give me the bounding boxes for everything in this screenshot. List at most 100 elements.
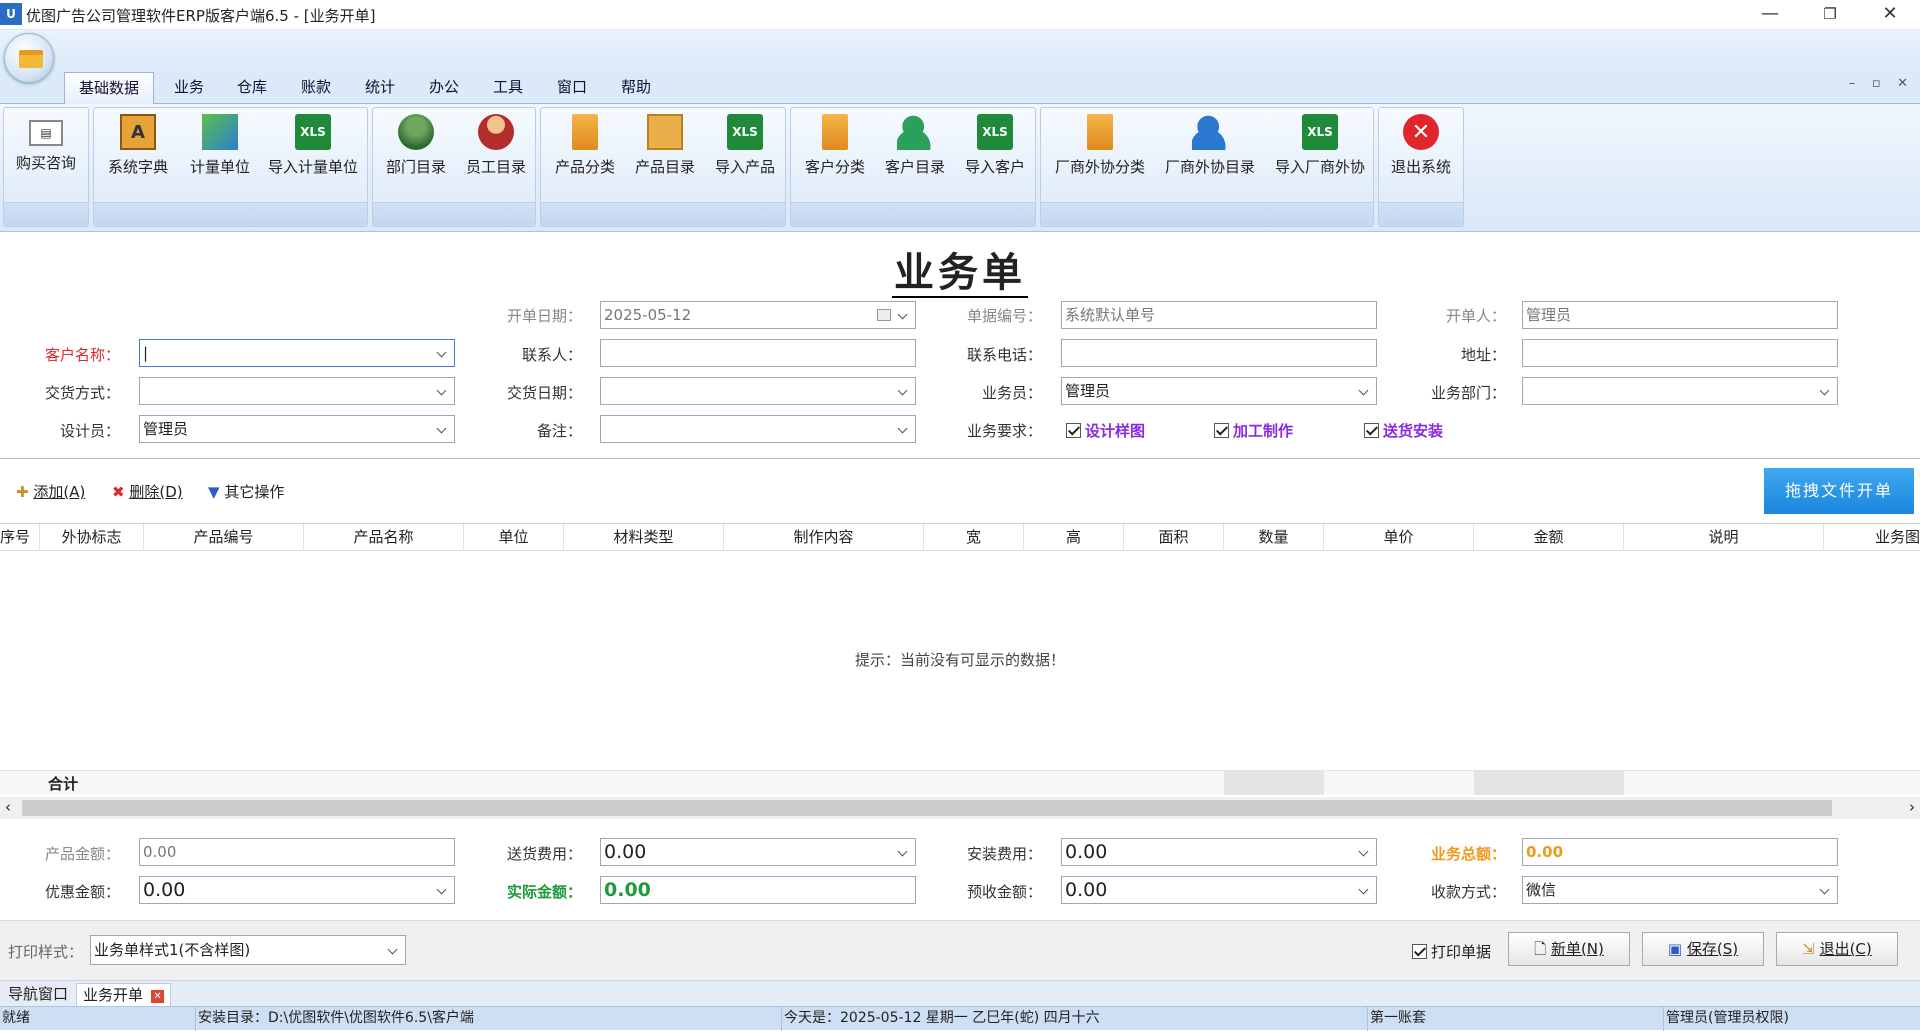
mdi-controls[interactable]: – ▫ ✕ bbox=[1849, 76, 1908, 91]
col-product-name[interactable]: 产品名称 bbox=[304, 524, 464, 551]
items-grid: 序号 外协标志 产品编号 产品名称 单位 材料类型 制作内容 宽 高 面积 数量… bbox=[0, 523, 1920, 819]
unit-button[interactable]: 计量单位 bbox=[182, 114, 258, 184]
dictionary-button[interactable]: A 系统字典 bbox=[100, 114, 176, 184]
exit-system-button[interactable]: ✕ 退出系统 bbox=[1381, 114, 1461, 184]
print-style-select[interactable]: 业务单样式1(不含样图) bbox=[90, 935, 406, 965]
delivery-date-combo[interactable] bbox=[600, 377, 916, 405]
import-product-button[interactable]: XLS 导入产品 bbox=[707, 114, 783, 184]
col-content[interactable]: 制作内容 bbox=[724, 524, 924, 551]
processing-checkbox[interactable]: 加工制作 bbox=[1214, 420, 1293, 441]
employee-button[interactable]: 员工目录 bbox=[459, 114, 533, 184]
col-outsource[interactable]: 外协标志 bbox=[40, 524, 144, 551]
department-combo[interactable] bbox=[1522, 377, 1838, 405]
col-qty[interactable]: 数量 bbox=[1224, 524, 1324, 551]
consult-button[interactable]: ▤ 购买咨询 bbox=[6, 114, 86, 184]
tab-tools[interactable]: 工具 bbox=[485, 72, 531, 104]
col-biz-image[interactable]: 业务图 bbox=[1824, 524, 1920, 551]
product-list-button[interactable]: 产品目录 bbox=[627, 114, 703, 184]
actual-amount-field: 0.00 bbox=[600, 876, 916, 904]
scroll-left-icon[interactable]: ‹ bbox=[5, 798, 11, 816]
import-unit-button[interactable]: XLS 导入计量单位 bbox=[262, 114, 364, 184]
customer-list-button[interactable]: 客户目录 bbox=[877, 114, 953, 184]
close-icon[interactable]: ✕ bbox=[1865, 0, 1915, 30]
remark-combo[interactable] bbox=[600, 415, 916, 443]
department-button[interactable]: 部门目录 bbox=[379, 114, 453, 184]
delivery-method-combo[interactable] bbox=[139, 377, 455, 405]
exit-system-label: 退出系统 bbox=[1390, 158, 1451, 176]
app-menu-button[interactable] bbox=[4, 33, 54, 83]
minimize-icon[interactable]: — bbox=[1745, 0, 1795, 30]
print-doc-checkbox[interactable]: 打印单据 bbox=[1412, 941, 1491, 962]
save-button[interactable]: ▣ 保存(S) bbox=[1642, 932, 1764, 966]
import-vendor-button[interactable]: XLS 导入厂商外协 bbox=[1267, 114, 1373, 184]
add-button[interactable]: ✚ 添加(A) bbox=[16, 481, 85, 502]
contact-label: 联系人： bbox=[521, 346, 582, 364]
scroll-thumb[interactable] bbox=[22, 800, 1832, 816]
product-list-label: 产品目录 bbox=[634, 158, 695, 176]
tab-basic-data[interactable]: 基础数据 bbox=[64, 72, 154, 104]
tab-help[interactable]: 帮助 bbox=[613, 72, 659, 104]
open-date-picker[interactable]: 2025-05-12 bbox=[600, 301, 916, 329]
customer-combo[interactable]: | bbox=[139, 339, 455, 367]
col-amount[interactable]: 金额 bbox=[1474, 524, 1624, 551]
close-tab-icon[interactable]: ✕ bbox=[151, 990, 165, 1003]
payment-method-combo[interactable]: 微信 bbox=[1522, 876, 1838, 904]
col-unit[interactable]: 单位 bbox=[464, 524, 564, 551]
install-fee-combo[interactable]: 0.00 bbox=[1061, 838, 1377, 866]
phone-field[interactable] bbox=[1061, 339, 1377, 367]
other-actions-button[interactable]: ▼ 其它操作 bbox=[208, 481, 284, 502]
product-amount-field: 0.00 bbox=[139, 838, 455, 866]
vendor-category-button[interactable]: 厂商外协分类 bbox=[1047, 114, 1153, 184]
address-field[interactable] bbox=[1522, 339, 1838, 367]
import-product-label: 导入产品 bbox=[714, 158, 775, 176]
title-bar: U 优图广告公司管理软件ERP版客户端6.5 - [业务开单] — ❐ ✕ bbox=[0, 0, 1920, 30]
scroll-right-icon[interactable]: › bbox=[1909, 798, 1915, 816]
vendor-list-button[interactable]: 厂商外协目录 bbox=[1157, 114, 1263, 184]
xls-icon: XLS bbox=[295, 114, 331, 150]
delivery-date-label: 交货日期： bbox=[506, 384, 582, 402]
contact-field[interactable] bbox=[600, 339, 916, 367]
col-desc[interactable]: 说明 bbox=[1624, 524, 1824, 551]
col-width[interactable]: 宽 bbox=[924, 524, 1024, 551]
dictionary-label: 系统字典 bbox=[107, 158, 168, 176]
design-sample-checkbox[interactable]: 设计样图 bbox=[1066, 420, 1145, 441]
tab-window[interactable]: 窗口 bbox=[549, 72, 595, 104]
col-area[interactable]: 面积 bbox=[1124, 524, 1224, 551]
customer-list-label: 客户目录 bbox=[884, 158, 945, 176]
dictionary-book-icon: A bbox=[120, 114, 156, 150]
discount-combo[interactable]: 0.00 bbox=[139, 876, 455, 904]
status-account: 第一账套 bbox=[1368, 1007, 1664, 1031]
business-total-label: 业务总额： bbox=[1430, 845, 1506, 863]
col-price[interactable]: 单价 bbox=[1324, 524, 1474, 551]
delete-button[interactable]: ✖ 删除(D) bbox=[112, 481, 183, 502]
designer-label: 设计员： bbox=[59, 422, 120, 440]
salesperson-combo[interactable]: 管理员 bbox=[1061, 377, 1377, 405]
col-seq[interactable]: 序号 bbox=[0, 524, 40, 551]
col-product-code[interactable]: 产品编号 bbox=[144, 524, 304, 551]
exit-button[interactable]: ⇲ 退出(C) bbox=[1776, 932, 1898, 966]
horizontal-scrollbar[interactable]: ‹ › bbox=[0, 797, 1920, 819]
doc-no-field[interactable]: 系统默认单号 bbox=[1061, 301, 1377, 329]
tab-accounts[interactable]: 账款 bbox=[293, 72, 339, 104]
delivery-install-checkbox[interactable]: 送货安装 bbox=[1364, 420, 1443, 441]
restore-icon[interactable]: ❐ bbox=[1805, 0, 1855, 30]
tab-office[interactable]: 办公 bbox=[421, 72, 467, 104]
tab-statistics[interactable]: 统计 bbox=[357, 72, 403, 104]
prepaid-combo[interactable]: 0.00 bbox=[1061, 876, 1377, 904]
tab-warehouse[interactable]: 仓库 bbox=[229, 72, 275, 104]
col-height[interactable]: 高 bbox=[1024, 524, 1124, 551]
new-doc-button[interactable]: 🗋 新单(N) bbox=[1508, 932, 1630, 966]
creator-field[interactable]: 管理员 bbox=[1522, 301, 1838, 329]
product-category-button[interactable]: 产品分类 bbox=[547, 114, 623, 184]
import-customer-button[interactable]: XLS 导入客户 bbox=[957, 114, 1033, 184]
customer-category-button[interactable]: 客户分类 bbox=[797, 114, 873, 184]
doc-tab-business-order[interactable]: 业务开单 ✕ bbox=[76, 983, 172, 1007]
col-material[interactable]: 材料类型 bbox=[564, 524, 724, 551]
doc-tab-navigation[interactable]: 导航窗口 bbox=[2, 983, 74, 1007]
delivery-fee-combo[interactable]: 0.00 bbox=[600, 838, 916, 866]
designer-combo[interactable]: 管理员 bbox=[139, 415, 455, 443]
app-logo-icon: U bbox=[0, 3, 22, 25]
drag-file-open-button[interactable]: 拖拽文件开单 bbox=[1764, 468, 1914, 514]
tab-business[interactable]: 业务 bbox=[166, 72, 212, 104]
new-doc-icon: 🗋 bbox=[1534, 940, 1547, 958]
